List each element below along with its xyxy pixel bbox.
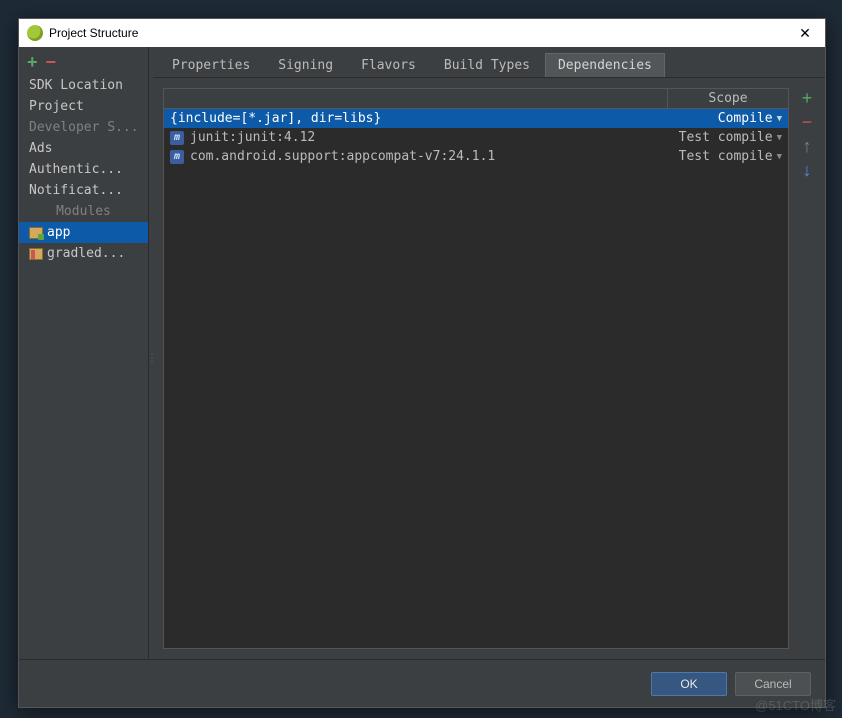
sidebar-module[interactable]: gradled...	[19, 243, 148, 264]
dependency-cell: m junit:junit:4.12	[170, 130, 662, 145]
window-title: Project Structure	[49, 26, 793, 40]
sidebar-module[interactable]: app	[19, 222, 148, 243]
chevron-down-icon: ▼	[777, 152, 782, 162]
dependencies-panel: Scope {include=[*.jar], dir=libs} Compile…	[153, 78, 825, 659]
module-icon	[29, 248, 43, 260]
sidebar-toolbar: + −	[19, 51, 148, 75]
tab[interactable]: Build Types	[431, 53, 543, 77]
sidebar: + − SDK LocationProjectDeveloper S...Ads…	[19, 47, 149, 659]
module-icon	[29, 227, 43, 239]
dependency-label: junit:junit:4.12	[190, 130, 315, 145]
dependencies-table: Scope {include=[*.jar], dir=libs} Compile…	[163, 88, 789, 649]
tab[interactable]: Dependencies	[545, 53, 665, 77]
module-label: app	[47, 225, 70, 240]
chevron-down-icon: ▼	[777, 133, 782, 143]
close-icon[interactable]: ✕	[793, 25, 817, 42]
move-down-icon[interactable]: ↓	[803, 162, 812, 178]
add-dependency-icon[interactable]: +	[802, 90, 813, 106]
sidebar-item[interactable]: Notificat...	[19, 180, 148, 201]
scope-cell[interactable]: Compile ▼	[662, 111, 782, 126]
scope-cell[interactable]: Test compile ▼	[662, 130, 782, 145]
chevron-down-icon: ▼	[777, 114, 782, 124]
cancel-button[interactable]: Cancel	[735, 672, 811, 696]
main-panel: PropertiesSigningFlavorsBuild TypesDepen…	[153, 47, 825, 659]
sidebar-item[interactable]: Project	[19, 96, 148, 117]
ok-button[interactable]: OK	[651, 672, 727, 696]
tab[interactable]: Signing	[265, 53, 346, 77]
android-studio-icon	[27, 25, 43, 41]
remove-module-icon[interactable]: −	[46, 55, 57, 69]
dialog-footer: OK Cancel	[19, 659, 825, 707]
add-module-icon[interactable]: +	[27, 55, 38, 69]
module-label: gradled...	[47, 246, 125, 261]
move-up-icon[interactable]: ↑	[803, 138, 812, 154]
split-handle[interactable]	[149, 47, 153, 659]
table-row[interactable]: m junit:junit:4.12 Test compile ▼	[164, 128, 788, 147]
remove-dependency-icon[interactable]: −	[802, 114, 813, 130]
scope-label: Test compile	[679, 149, 773, 164]
dependency-label: {include=[*.jar], dir=libs}	[170, 111, 381, 126]
sidebar-item[interactable]: Authentic...	[19, 159, 148, 180]
sidebar-item[interactable]: SDK Location	[19, 75, 148, 96]
modules-divider: Modules	[19, 201, 148, 222]
maven-icon: m	[170, 150, 184, 164]
table-body: {include=[*.jar], dir=libs} Compile ▼ mjuni…	[164, 109, 788, 648]
table-row[interactable]: {include=[*.jar], dir=libs} Compile ▼	[164, 109, 788, 128]
scope-label: Compile	[718, 111, 773, 126]
sidebar-item[interactable]: Developer S...	[19, 117, 148, 138]
dependency-label: com.android.support:appcompat-v7:24.1.1	[190, 149, 495, 164]
sidebar-item[interactable]: Ads	[19, 138, 148, 159]
table-side-actions: + − ↑ ↓	[795, 88, 819, 649]
table-row[interactable]: m com.android.support:appcompat-v7:24.1.1…	[164, 147, 788, 166]
titlebar: Project Structure ✕	[19, 19, 825, 47]
dialog-content: + − SDK LocationProjectDeveloper S...Ads…	[19, 47, 825, 659]
dependency-cell: {include=[*.jar], dir=libs}	[170, 111, 662, 126]
col-dependency[interactable]	[164, 89, 668, 108]
tab[interactable]: Flavors	[348, 53, 429, 77]
tabs: PropertiesSigningFlavorsBuild TypesDepen…	[153, 47, 825, 78]
maven-icon: m	[170, 131, 184, 145]
scope-label: Test compile	[679, 130, 773, 145]
table-header: Scope	[164, 89, 788, 109]
tab[interactable]: Properties	[159, 53, 263, 77]
dependency-cell: m com.android.support:appcompat-v7:24.1.1	[170, 149, 662, 164]
scope-cell[interactable]: Test compile ▼	[662, 149, 782, 164]
col-scope[interactable]: Scope	[668, 89, 788, 108]
project-structure-dialog: Project Structure ✕ + − SDK LocationProj…	[18, 18, 826, 708]
